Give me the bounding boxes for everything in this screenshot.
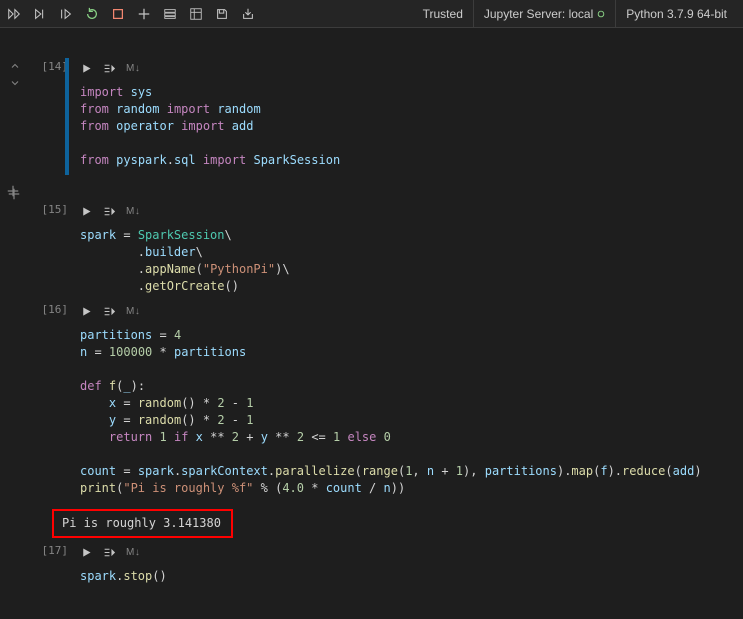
outline-icon[interactable] xyxy=(188,6,204,22)
interrupt-icon[interactable] xyxy=(110,6,126,22)
cell-gutter xyxy=(0,542,30,544)
run-by-line-icon[interactable] xyxy=(103,546,116,559)
run-cell-icon[interactable] xyxy=(80,305,93,318)
run-cell-icon[interactable] xyxy=(80,62,93,75)
collapse-up-icon[interactable] xyxy=(9,60,21,75)
run-above-icon[interactable] xyxy=(32,6,48,22)
active-cell-indicator xyxy=(65,58,69,175)
execution-count: [17] xyxy=(30,542,72,557)
notebook-body: [14]M↓import sys from random import rand… xyxy=(0,28,743,611)
code-cell[interactable]: [14]M↓import sys from random import rand… xyxy=(0,58,743,175)
export-icon[interactable] xyxy=(240,6,256,22)
run-all-icon[interactable] xyxy=(6,6,22,22)
execution-count: [15] xyxy=(30,201,72,216)
cell-toolbar: M↓ xyxy=(72,542,743,562)
run-by-line-icon[interactable] xyxy=(103,205,116,218)
cell-toolbar: M↓ xyxy=(72,58,743,78)
cell-body: M↓ import sys from random import random f… xyxy=(72,58,743,175)
variables-icon[interactable] xyxy=(162,6,178,22)
code-cell[interactable]: [15] M↓ spark = SparkSession\ .builder\ .a… xyxy=(0,201,743,301)
kernel-status[interactable]: Python 3.7.9 64-bit xyxy=(615,0,737,28)
collapse-down-icon[interactable] xyxy=(9,77,21,92)
cell-body: M↓ spark = SparkSession\ .builder\ .appNa… xyxy=(72,201,743,301)
cell-toolbar: M↓ xyxy=(72,201,743,221)
markdown-toggle[interactable]: M↓ xyxy=(126,206,140,217)
cell-body: M↓ partitions = 4 n = 100000 * partitions… xyxy=(72,301,743,542)
run-cell-icon[interactable] xyxy=(80,546,93,559)
restart-icon[interactable] xyxy=(84,6,100,22)
server-connected-icon xyxy=(597,10,605,18)
code-cell[interactable]: [16] M↓ partitions = 4 n = 100000 * partit… xyxy=(0,301,743,542)
code-cell[interactable]: [17] M↓ spark.stop() xyxy=(0,542,743,591)
code-editor[interactable]: spark.stop() xyxy=(72,562,743,591)
cell-gutter xyxy=(0,301,30,303)
code-editor[interactable]: spark = SparkSession\ .builder\ .appName… xyxy=(72,221,743,301)
cell-gutter xyxy=(0,58,30,92)
cell-gutter xyxy=(0,201,30,203)
code-editor[interactable]: import sys from random import random fro… xyxy=(72,78,743,175)
notebook-toolbar: Trusted Jupyter Server: local Python 3.7… xyxy=(0,0,743,28)
run-cell-icon[interactable] xyxy=(80,205,93,218)
cell-output: Pi is roughly 3.141380 xyxy=(60,505,743,542)
add-cell-icon[interactable] xyxy=(136,6,152,22)
execution-count: [16] xyxy=(30,301,72,316)
markdown-toggle[interactable]: M↓ xyxy=(126,306,140,317)
jupyter-server-status[interactable]: Jupyter Server: local xyxy=(473,0,615,28)
markdown-toggle[interactable]: M↓ xyxy=(126,547,140,558)
trusted-status[interactable]: Trusted xyxy=(413,0,473,28)
markdown-toggle[interactable]: M↓ xyxy=(126,63,140,74)
code-editor[interactable]: partitions = 4 n = 100000 * partitions d… xyxy=(72,321,743,503)
highlighted-output: Pi is roughly 3.141380 xyxy=(52,509,233,538)
server-label: Jupyter Server: local xyxy=(484,7,593,21)
cell-toolbar: M↓ xyxy=(72,301,743,321)
run-by-line-icon[interactable] xyxy=(103,62,116,75)
cell-body: M↓ spark.stop() xyxy=(72,542,743,591)
save-icon[interactable] xyxy=(214,6,230,22)
run-by-line-icon[interactable] xyxy=(103,305,116,318)
run-below-icon[interactable] xyxy=(58,6,74,22)
